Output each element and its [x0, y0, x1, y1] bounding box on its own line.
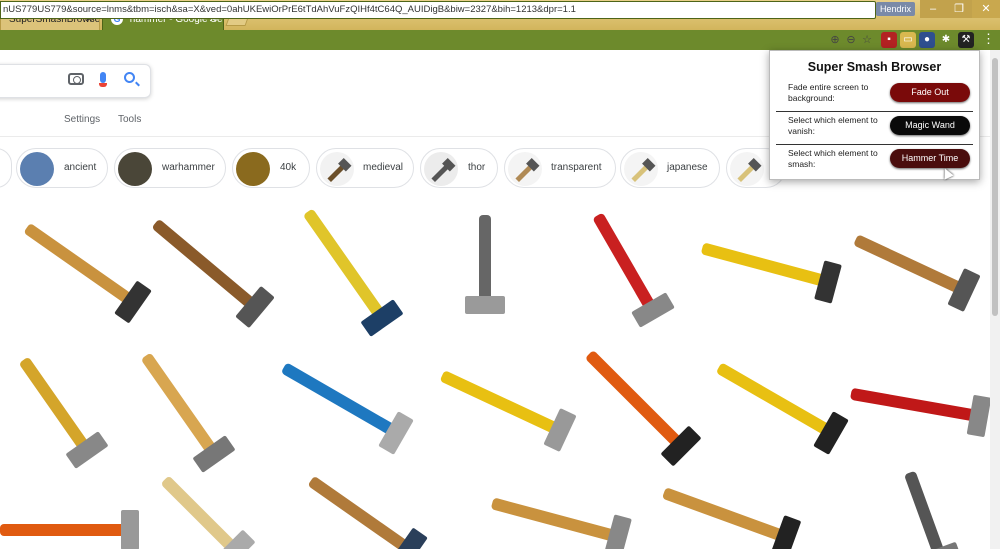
bookmark-star-icon[interactable]: ☆: [860, 33, 874, 47]
hammer-image-result[interactable]: [700, 240, 842, 304]
hammer-image-result[interactable]: [280, 200, 410, 338]
chip-40k[interactable]: 40k: [232, 148, 310, 188]
zoom-icon[interactable]: ⊖: [844, 33, 858, 47]
hammer-image-result[interactable]: [0, 509, 139, 549]
hammer-handle: [849, 387, 981, 423]
chip-thumbnail: [320, 152, 354, 186]
hammer-handle: [280, 362, 400, 438]
chip-thumbnail: [424, 152, 458, 186]
hammer-head: [966, 395, 992, 438]
hammer-image-result[interactable]: [150, 474, 256, 549]
address-bar[interactable]: nUS779US779&source=lnms&tbm=isch&sa=X&ve…: [0, 1, 876, 19]
fade-out-button[interactable]: Fade Out: [890, 83, 970, 102]
hammer-time-description: Select which element to smash:: [788, 148, 878, 169]
hammer-image-result[interactable]: [440, 205, 530, 315]
magic-wand-description: Select which element to vanish:: [788, 115, 878, 136]
extension-folder-icon[interactable]: ▭: [900, 32, 916, 48]
hammer-image-result[interactable]: [710, 360, 850, 455]
hammer-image-result[interactable]: [436, 360, 577, 452]
hammer-handle: [592, 211, 658, 314]
hammer-handle: [853, 234, 967, 296]
fade-out-description: Fade entire screen to background:: [788, 82, 869, 103]
camera-icon[interactable]: [68, 73, 84, 85]
chip-ancient[interactable]: ancient: [16, 148, 108, 188]
chip-label: thor: [468, 162, 486, 173]
hammer-image-result[interactable]: [490, 490, 632, 549]
hammer-handle: [160, 474, 240, 549]
chip-thumbnail: [624, 152, 658, 186]
hammer-head: [947, 268, 981, 313]
hammer-handle: [700, 242, 830, 288]
hammer-handle: [18, 356, 92, 454]
extension-gear-icon[interactable]: ✱: [938, 32, 954, 48]
chip-thumbnail: [20, 152, 54, 186]
hammer-time-button[interactable]: Hammer Time: [890, 149, 970, 168]
hammer-image-result[interactable]: [120, 350, 240, 473]
chip-label: japanese: [667, 162, 708, 173]
chip-partial[interactable]: [0, 148, 12, 188]
chip-label: warhammer: [162, 162, 215, 173]
tools-link[interactable]: Tools: [118, 114, 141, 125]
search-icon[interactable]: [124, 72, 135, 83]
hammer-image-result[interactable]: [570, 200, 680, 328]
chip-japanese[interactable]: japanese: [620, 148, 720, 188]
hammer-handle: [715, 362, 835, 438]
hammer-image-result[interactable]: [880, 470, 970, 549]
hammer-image-result[interactable]: [660, 480, 802, 549]
chip-warhammer[interactable]: warhammer: [114, 148, 226, 188]
minimize-button[interactable]: –: [920, 0, 946, 18]
chip-thor[interactable]: thor: [420, 148, 498, 188]
scrollbar-thumb[interactable]: [992, 58, 998, 316]
hammer-image-result[interactable]: [570, 340, 702, 467]
hammer-image-result[interactable]: [10, 205, 153, 325]
hammer-handle: [584, 349, 686, 451]
hammer-handle: [479, 215, 491, 305]
extension-chat-icon[interactable]: ●: [919, 32, 935, 48]
hammer-head: [813, 260, 842, 304]
settings-link[interactable]: Settings: [64, 114, 100, 125]
fade-out-row: Fade entire screen to background: Fade O…: [776, 79, 973, 112]
hammer-image-result[interactable]: [849, 375, 992, 438]
chip-thumbnail: [236, 152, 270, 186]
popup-title: Super Smash Browser: [807, 60, 942, 74]
hammer-handle: [307, 475, 413, 549]
hammer-handle: [439, 369, 563, 436]
extension-red-icon[interactable]: ▪: [881, 32, 897, 48]
chip-thumbnail: [118, 152, 152, 186]
hammer-image-result[interactable]: [0, 340, 110, 470]
menu-icon[interactable]: ⋮: [982, 31, 995, 47]
chip-thumbnail: [508, 152, 542, 186]
chip-label: ancient: [64, 162, 97, 173]
close-window-button[interactable]: ✕: [972, 0, 1000, 18]
hammer-handle: [151, 218, 259, 312]
hammer-handle: [302, 208, 388, 322]
hammer-handle: [23, 222, 137, 308]
magic-wand-button[interactable]: Magic Wand: [890, 116, 970, 135]
chip-label: medieval: [363, 162, 404, 173]
hammer-handle: [0, 523, 130, 536]
chip-thumbnail: [730, 152, 764, 186]
hammer-image-result[interactable]: [850, 230, 981, 313]
hammer-image-result[interactable]: [260, 350, 420, 455]
chip-label: transparent: [551, 162, 602, 173]
hammer-image-result[interactable]: [300, 475, 428, 549]
user-badge[interactable]: Hendrix: [876, 2, 916, 16]
hammer-head: [121, 509, 139, 549]
microphone-icon[interactable]: [99, 72, 107, 87]
hammer-image-result[interactable]: [140, 205, 275, 328]
hammer-handle: [490, 496, 620, 543]
hammer-head: [465, 296, 505, 314]
extension-popup: Super Smash Browser Fade entire screen t…: [769, 50, 980, 180]
hammer-handle: [661, 486, 789, 543]
location-icon[interactable]: ⊕: [828, 33, 842, 47]
hammer-handle: [140, 352, 220, 458]
maximize-button[interactable]: ❐: [946, 0, 972, 18]
chip-medieval[interactable]: medieval: [316, 148, 414, 188]
chip-transparent[interactable]: transparent: [504, 148, 616, 188]
hammer-handle: [903, 470, 947, 549]
chip-label: 40k: [280, 162, 297, 173]
magic-wand-row: Select which element to vanish: Magic Wa…: [776, 112, 973, 145]
super-smash-extension-icon[interactable]: ⚒: [958, 32, 974, 48]
